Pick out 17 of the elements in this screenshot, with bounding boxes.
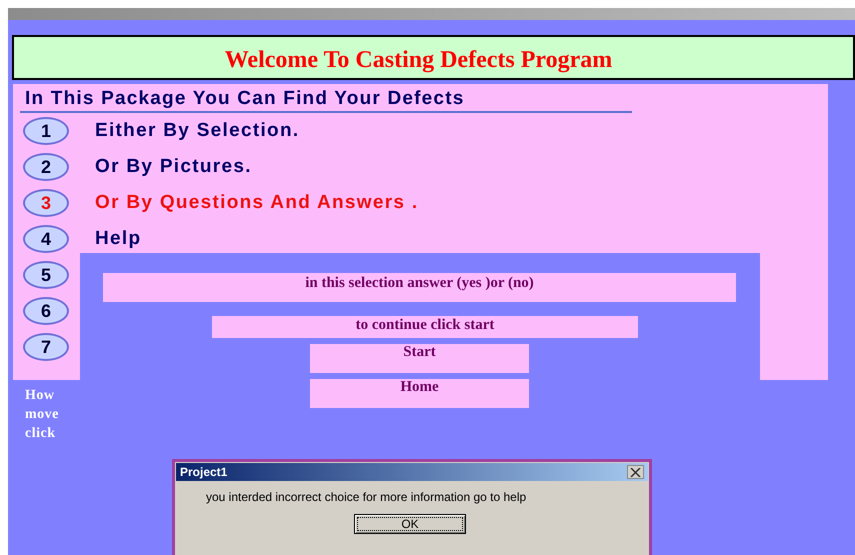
close-button[interactable] (627, 465, 644, 479)
ok-button[interactable]: OK (354, 514, 466, 534)
dialog-title: Project1 (180, 465, 228, 479)
package-heading: In This Package You Can Find Your Defects (25, 88, 464, 110)
note-text: move (25, 406, 59, 424)
note-text: How (25, 387, 56, 405)
instruction-label: in this selection answer (yes )or (no) (103, 273, 736, 302)
menu-option[interactable]: Or By Pictures. (95, 156, 252, 178)
note-text: click (25, 425, 56, 443)
program-title: Welcome To Casting Defects Program (224, 46, 612, 74)
menu-button[interactable]: Start (310, 344, 529, 373)
dialog-message: you interded incorrect choice for more information go to help (206, 490, 528, 504)
menu-option[interactable]: Either By Selection. (95, 120, 300, 142)
menu-option[interactable]: Help (95, 228, 142, 250)
close-icon (630, 468, 641, 476)
hint-label: to continue click start (212, 316, 638, 338)
menu-button[interactable]: Home (310, 379, 529, 408)
